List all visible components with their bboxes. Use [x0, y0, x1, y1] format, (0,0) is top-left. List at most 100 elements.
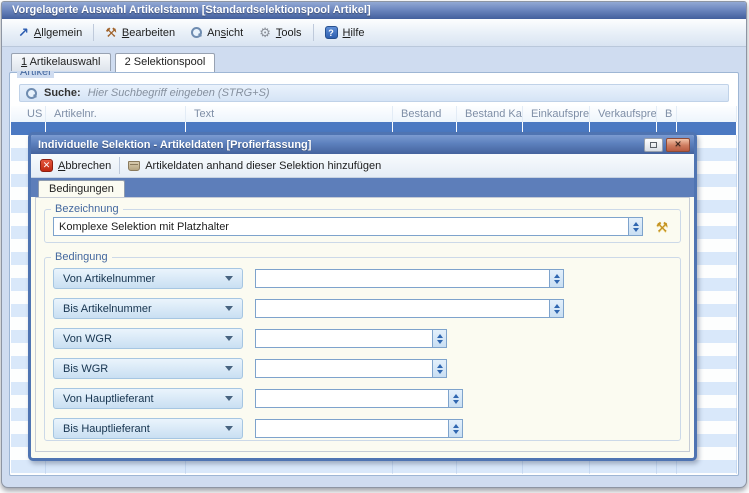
- condition-value-combo[interactable]: [255, 269, 564, 288]
- spin-down-icon: [437, 340, 443, 344]
- add-selection-label: Artikeldaten anhand dieser Selektion hin…: [145, 160, 381, 172]
- condition-field-dropdown[interactable]: Von Hauptlieferant: [53, 388, 243, 409]
- condition-value-combo[interactable]: [255, 419, 463, 438]
- spin-down-icon: [554, 310, 560, 314]
- condition-value-input[interactable]: [256, 420, 448, 437]
- tab-artikelauswahl[interactable]: 1 Artikelauswahl: [11, 53, 111, 71]
- main-window-title: Vorgelagerte Auswahl Artikelstamm [Stand…: [12, 4, 371, 16]
- arrow-up-right-icon: ↗: [18, 27, 29, 38]
- chevron-down-icon: [225, 426, 233, 431]
- spinner-buttons[interactable]: [432, 330, 446, 347]
- condition-value-combo[interactable]: [255, 389, 463, 408]
- column-header[interactable]: B: [657, 106, 677, 122]
- condition-field-label: Von WGR: [63, 333, 112, 345]
- condition-row: Bis Artikelnummer: [53, 298, 672, 319]
- close-button[interactable]: ✕: [666, 138, 690, 152]
- dialog-title: Individuelle Selektion - Artikeldaten [P…: [38, 139, 641, 151]
- menu-allgemein[interactable]: ↗ Allgemein: [10, 24, 90, 42]
- bezeichnung-input[interactable]: [54, 218, 628, 235]
- spin-up-icon: [633, 222, 639, 226]
- help-icon: ?: [325, 26, 338, 39]
- spin-up-icon: [554, 304, 560, 308]
- condition-row: Bis Hauptlieferant: [53, 418, 672, 439]
- condition-row: Bis WGR: [53, 358, 672, 379]
- tab-selektionspool[interactable]: 2 Selektionspool: [115, 53, 216, 72]
- cancel-label: Abbrechen: [58, 160, 111, 172]
- main-tab-row: 1 Artikelauswahl 2 Selektionspool: [2, 53, 746, 71]
- menu-tools-label: Tools: [276, 27, 302, 39]
- condition-value-input[interactable]: [256, 330, 432, 347]
- cancel-x-icon: ✕: [40, 159, 53, 172]
- column-header[interactable]: Artikelnr.: [46, 106, 186, 122]
- table-header-row: US Artikelnr. Text Bestand Bestand Kalk.…: [11, 106, 737, 122]
- magnifier-icon: [191, 27, 202, 38]
- search-icon: [26, 88, 37, 99]
- screenshot-stage: Vorgelagerte Auswahl Artikelstamm [Stand…: [0, 0, 749, 493]
- spinner-buttons[interactable]: [549, 300, 563, 317]
- menu-hilfe-label: Hilfe: [343, 27, 365, 39]
- restore-button[interactable]: [644, 138, 663, 152]
- menu-ansicht[interactable]: Ansicht: [183, 24, 251, 42]
- spinner-buttons[interactable]: [628, 218, 642, 235]
- column-header[interactable]: Bestand: [393, 106, 457, 122]
- condition-value-input[interactable]: [256, 390, 448, 407]
- tab-bedingungen[interactable]: Bedingungen: [38, 180, 125, 198]
- dialog-tab-strip: Bedingungen: [31, 178, 694, 197]
- spinner-buttons[interactable]: [549, 270, 563, 287]
- condition-field-label: Von Hauptlieferant: [63, 393, 154, 405]
- condition-field-label: Bis WGR: [63, 363, 108, 375]
- condition-field-label: Bis Artikelnummer: [63, 303, 152, 315]
- gear-icon: ⚙: [259, 27, 271, 39]
- menu-hilfe[interactable]: ? Hilfe: [317, 23, 373, 42]
- chevron-down-icon: [225, 336, 233, 341]
- condition-field-dropdown[interactable]: Bis WGR: [53, 358, 243, 379]
- condition-value-input[interactable]: [256, 360, 432, 377]
- spin-up-icon: [437, 364, 443, 368]
- condition-value-combo[interactable]: [255, 299, 564, 318]
- chevron-down-icon: [225, 396, 233, 401]
- spinner-buttons[interactable]: [448, 390, 462, 407]
- selection-tool-icon[interactable]: ⚒: [652, 219, 672, 235]
- main-titlebar[interactable]: Vorgelagerte Auswahl Artikelstamm [Stand…: [2, 2, 746, 19]
- add-selection-button[interactable]: Artikeldaten anhand dieser Selektion hin…: [128, 160, 381, 172]
- spin-up-icon: [453, 424, 459, 428]
- search-bar[interactable]: Suche:: [19, 84, 729, 102]
- condition-field-dropdown[interactable]: Bis Hauptlieferant: [53, 418, 243, 439]
- condition-field-dropdown[interactable]: Von Artikelnummer: [53, 268, 243, 289]
- spinner-buttons[interactable]: [448, 420, 462, 437]
- hammer-icon: ⚒: [105, 27, 117, 39]
- spin-down-icon: [437, 370, 443, 374]
- condition-value-input[interactable]: [256, 270, 549, 287]
- menu-ansicht-label: Ansicht: [207, 27, 243, 39]
- condition-field-label: Bis Hauptlieferant: [63, 423, 150, 435]
- bedingung-group-label: Bedingung: [51, 251, 112, 263]
- condition-field-dropdown[interactable]: Bis Artikelnummer: [53, 298, 243, 319]
- column-header[interactable]: Text: [186, 106, 393, 122]
- search-label: Suche:: [44, 87, 81, 99]
- chevron-down-icon: [225, 366, 233, 371]
- cancel-button[interactable]: ✕ Abbrechen: [40, 159, 111, 172]
- dialog-content: Bezeichnung ⚒ Bedingung Von Artikelnumme…: [35, 197, 690, 452]
- column-header[interactable]: Einkaufspreis: [523, 106, 590, 122]
- column-header[interactable]: Bestand Kalk.: [457, 106, 523, 122]
- condition-value-combo[interactable]: [255, 359, 447, 378]
- spin-down-icon: [453, 400, 459, 404]
- menu-bearbeiten[interactable]: ⚒ Bearbeiten: [97, 24, 183, 42]
- condition-value-input[interactable]: [256, 300, 549, 317]
- bezeichnung-combo[interactable]: [53, 217, 643, 236]
- menu-separator: [93, 24, 94, 41]
- condition-field-dropdown[interactable]: Von WGR: [53, 328, 243, 349]
- search-input[interactable]: [88, 87, 722, 99]
- add-items-icon: [128, 161, 140, 171]
- spinner-buttons[interactable]: [432, 360, 446, 377]
- column-header[interactable]: US: [11, 106, 46, 122]
- spin-down-icon: [453, 430, 459, 434]
- menu-tools[interactable]: ⚙ Tools: [251, 24, 309, 42]
- condition-value-combo[interactable]: [255, 329, 447, 348]
- dialog-titlebar[interactable]: Individuelle Selektion - Artikeldaten [P…: [31, 135, 694, 154]
- column-header[interactable]: Verkaufspreis: [590, 106, 657, 122]
- menu-bearbeiten-label: Bearbeiten: [122, 27, 175, 39]
- chevron-down-icon: [225, 306, 233, 311]
- condition-row: Von Hauptlieferant: [53, 388, 672, 409]
- spin-down-icon: [554, 280, 560, 284]
